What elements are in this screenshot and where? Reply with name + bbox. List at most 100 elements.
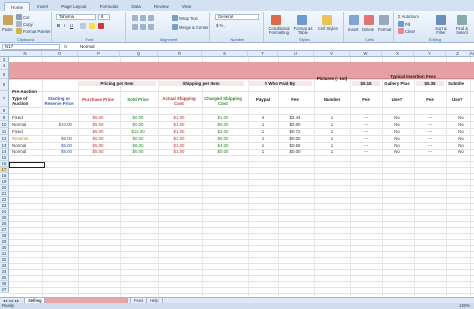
table-cell-use1[interactable]: No <box>382 114 412 121</box>
delete-cells-icon[interactable] <box>364 15 374 25</box>
column-header[interactable]: Q <box>120 51 158 57</box>
fill-color-icon[interactable] <box>89 23 95 29</box>
autosum-button[interactable]: Σ AutoSum <box>398 14 419 19</box>
table-cell-use2[interactable]: No <box>448 128 474 135</box>
column-header[interactable]: U <box>278 51 314 57</box>
table-cell-num[interactable]: 1 <box>318 142 346 149</box>
copy-button[interactable]: Copy <box>16 21 33 27</box>
tab-page-layout[interactable]: Page Layout <box>55 2 92 11</box>
table-cell-charged[interactable]: $4.00 <box>202 142 244 149</box>
clear-button[interactable]: Clear <box>398 28 415 34</box>
table-cell-actual[interactable]: $1.00 <box>158 114 200 121</box>
table-cell-f1[interactable]: --- <box>352 121 380 128</box>
conditional-formatting-icon[interactable] <box>271 15 281 25</box>
table-cell-charged[interactable]: $0.00 <box>202 135 244 142</box>
column-header[interactable]: N <box>9 51 42 57</box>
table-cell-sold[interactable]: $12.00 <box>120 128 156 135</box>
table-cell-sold[interactable]: $8.00 <box>120 142 156 149</box>
cell-styles-icon[interactable] <box>322 15 332 25</box>
table-cell-start[interactable]: $10.00 <box>42 121 72 128</box>
table-cell-num[interactable]: 1 <box>318 135 346 142</box>
table-cell-fee[interactable]: $0.00 <box>280 121 310 128</box>
table-cell-actual[interactable]: $1.00 <box>158 135 200 142</box>
currency-button[interactable]: $ % , <box>216 23 226 28</box>
row-header[interactable]: 12 <box>0 135 9 142</box>
align-middle-icon[interactable] <box>140 15 146 21</box>
table-cell-f1[interactable]: --- <box>416 135 444 142</box>
row-header[interactable]: 4 <box>0 62 9 70</box>
sort-filter-icon[interactable] <box>436 15 446 25</box>
table-cell-purchase[interactable]: $5.00 <box>78 135 118 142</box>
table-cell-paypal[interactable]: 4 <box>250 114 276 121</box>
row-header[interactable]: 6 <box>0 79 9 91</box>
table-cell-type[interactable]: Fixed <box>12 128 40 135</box>
format-table-button[interactable]: Format as Table <box>293 26 313 35</box>
table-cell-start[interactable]: $5.00 <box>42 142 72 149</box>
column-header[interactable]: O <box>42 51 78 57</box>
row-header[interactable]: 8 <box>0 107 9 114</box>
table-cell-f1[interactable]: --- <box>352 128 380 135</box>
table-cell-type[interactable]: Fixed <box>12 114 40 121</box>
row-header[interactable]: 13 <box>0 142 9 149</box>
bold-button[interactable]: B <box>57 23 60 28</box>
table-cell-start[interactable]: $5.00 <box>42 149 72 155</box>
fill-button[interactable]: Fill <box>398 21 410 27</box>
table-cell-type[interactable]: Reserve <box>12 135 40 142</box>
align-left-icon[interactable] <box>132 24 138 30</box>
column-header[interactable]: T <box>248 51 278 57</box>
table-cell-use1[interactable]: No <box>382 121 412 128</box>
conditional-formatting-button[interactable]: Conditional Formatting <box>266 26 292 35</box>
table-cell-start[interactable] <box>42 128 72 135</box>
table-cell-purchase[interactable]: $5.00 <box>78 121 118 128</box>
tab-view[interactable]: View <box>176 2 198 11</box>
table-cell-paypal[interactable]: 1 <box>250 128 276 135</box>
column-header[interactable]: W <box>350 51 382 57</box>
insert-button[interactable]: Insert <box>348 27 358 32</box>
table-cell-f1[interactable]: --- <box>416 114 444 121</box>
paste-button[interactable]: Paste <box>2 27 13 32</box>
tab-data[interactable]: Data <box>125 2 147 11</box>
table-cell-use2[interactable]: No <box>448 135 474 142</box>
row-header[interactable]: 9 <box>0 114 9 121</box>
table-cell-paypal[interactable]: 1 <box>250 142 276 149</box>
table-cell-use2[interactable]: No <box>448 149 474 155</box>
table-cell-actual[interactable]: $1.00 <box>158 142 200 149</box>
table-cell-type[interactable]: Normal <box>12 121 40 128</box>
table-cell-charged[interactable]: $0.00 <box>202 121 244 128</box>
table-cell-actual[interactable]: $1.00 <box>158 128 200 135</box>
row-header[interactable]: 11 <box>0 128 9 135</box>
insert-cells-icon[interactable] <box>349 15 359 25</box>
align-bottom-icon[interactable] <box>148 15 154 21</box>
table-cell-purchase[interactable]: $5.00 <box>78 142 118 149</box>
font-size-select[interactable]: 8 <box>98 14 110 20</box>
table-cell-charged[interactable]: $1.00 <box>202 114 244 121</box>
format-button[interactable]: Format <box>378 27 391 32</box>
format-cells-icon[interactable] <box>379 15 389 25</box>
align-right-icon[interactable] <box>148 24 154 30</box>
table-cell-use1[interactable]: No <box>382 149 412 155</box>
table-cell-use2[interactable]: No <box>448 114 474 121</box>
table-cell-f1[interactable]: --- <box>352 114 380 121</box>
number-format-select[interactable]: General <box>215 14 259 20</box>
table-cell-fee[interactable]: $0.65 <box>280 142 310 149</box>
table-cell-use2[interactable]: No <box>448 121 474 128</box>
fx-icon[interactable]: fx <box>64 44 68 49</box>
column-header[interactable]: V <box>314 51 350 57</box>
table-cell-num[interactable]: 1 <box>318 114 346 121</box>
table-cell-f1[interactable]: --- <box>352 142 380 149</box>
table-cell-sold[interactable]: $0.00 <box>120 135 156 142</box>
underline-button[interactable]: U <box>70 23 73 28</box>
table-cell-start[interactable]: $5.00 <box>42 135 72 142</box>
table-cell-purchase[interactable]: $5.00 <box>78 114 118 121</box>
table-cell-fee[interactable]: $0.00 <box>280 149 310 155</box>
table-cell-f1[interactable]: --- <box>416 128 444 135</box>
tab-review[interactable]: Review <box>148 2 175 11</box>
table-cell-purchase[interactable]: $5.00 <box>78 128 118 135</box>
format-table-icon[interactable] <box>297 15 307 25</box>
column-header[interactable]: X <box>382 51 414 57</box>
table-cell-actual[interactable]: $1.00 <box>158 121 200 128</box>
table-cell-sold[interactable]: $0.00 <box>120 121 156 128</box>
table-cell-charged[interactable]: $2.00 <box>202 128 244 135</box>
align-center-icon[interactable] <box>140 24 146 30</box>
table-cell-sold[interactable]: $0.00 <box>120 114 156 121</box>
